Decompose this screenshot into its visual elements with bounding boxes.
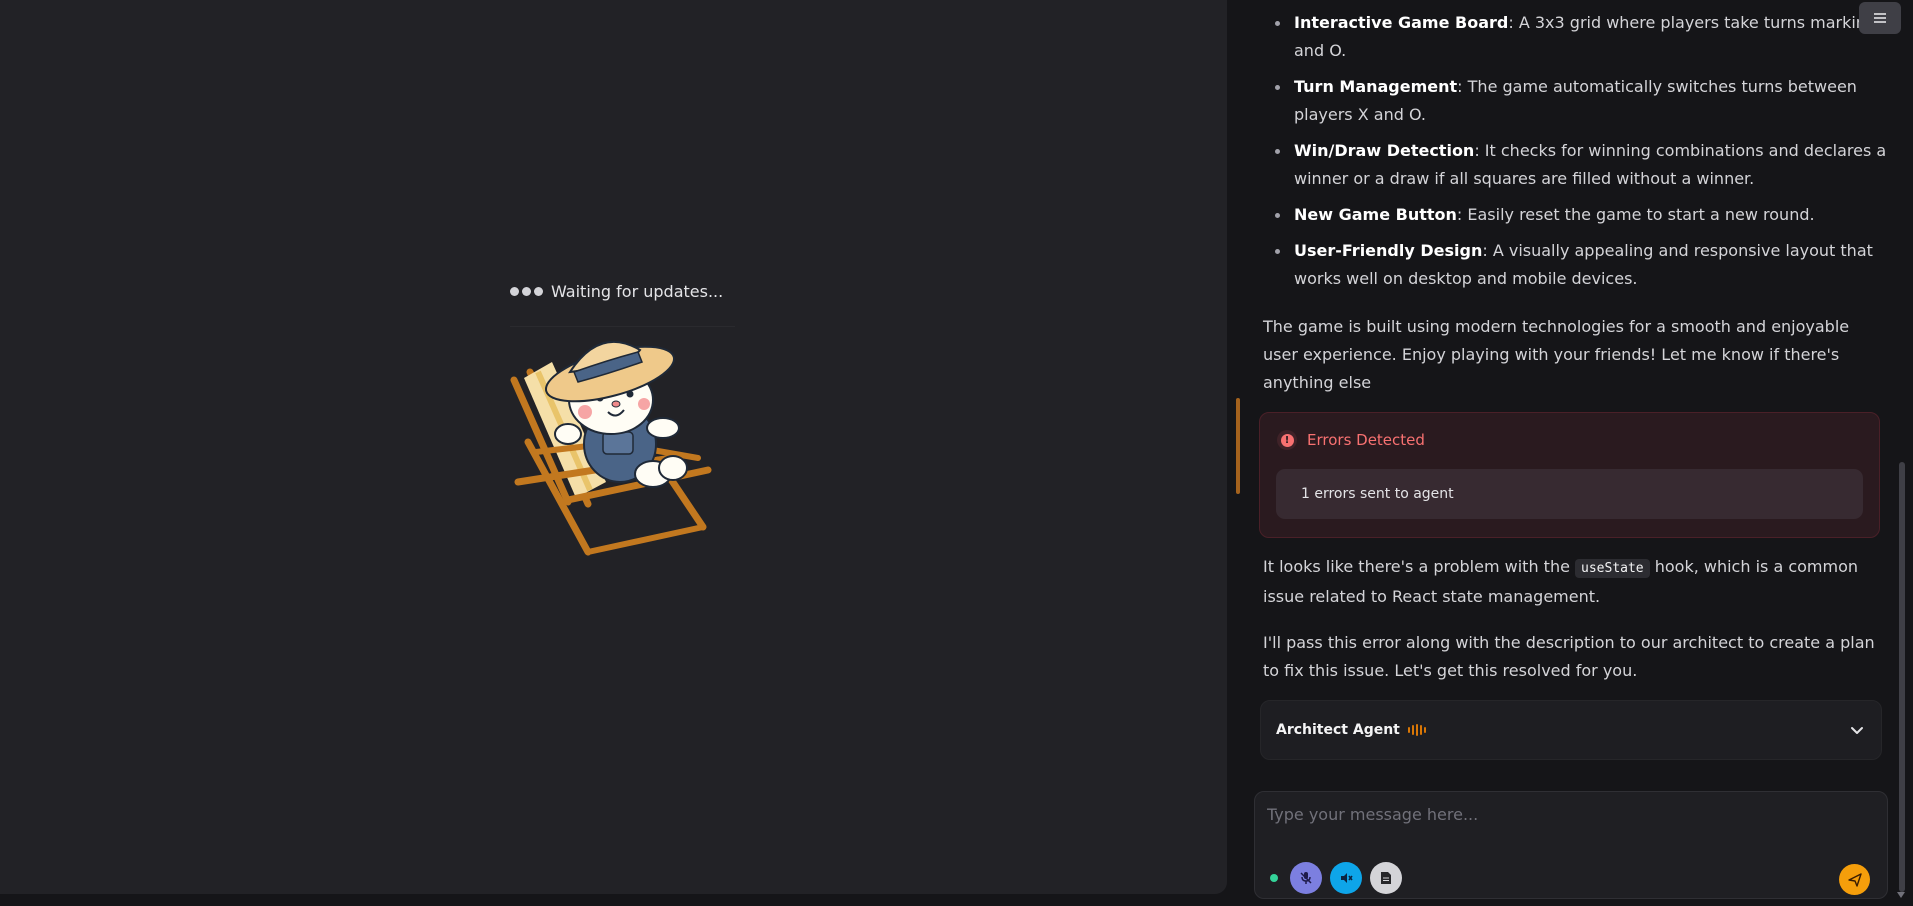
list-item: New Game Button: Easily reset the game t… xyxy=(1275,201,1904,229)
agent-name: Architect Agent xyxy=(1276,722,1400,738)
message-list: Interactive Game Board: A 3x3 grid where… xyxy=(1244,0,1904,770)
send-button[interactable] xyxy=(1839,864,1870,895)
feature-desc: : Easily reset the game to start a new r… xyxy=(1456,205,1815,224)
scroll-down-arrow-icon[interactable] xyxy=(1897,892,1905,898)
preview-panel: Waiting for updates... xyxy=(0,0,1227,894)
hamburger-icon xyxy=(1874,13,1886,23)
error-detail: 1 errors sent to agent xyxy=(1276,469,1863,519)
feature-title: Win/Draw Detection xyxy=(1294,141,1475,160)
panel-resize-handle[interactable] xyxy=(1236,398,1240,494)
loading-dots-icon xyxy=(510,287,543,296)
app-root: Waiting for updates... Interactive Game … xyxy=(0,0,1913,906)
list-item: Interactive Game Board: A 3x3 grid where… xyxy=(1275,9,1904,65)
divider xyxy=(510,326,735,327)
chevron-down-icon[interactable] xyxy=(1848,721,1866,739)
mascot-beach-chair-illustration xyxy=(510,340,712,556)
list-item: Win/Draw Detection: It checks for winnin… xyxy=(1275,137,1904,193)
waiting-text: Waiting for updates... xyxy=(551,282,724,301)
scrollbar-thumb[interactable] xyxy=(1899,462,1905,892)
list-item: User-Friendly Design: A visually appeali… xyxy=(1275,237,1904,293)
chat-panel: Interactive Game Board: A 3x3 grid where… xyxy=(1244,0,1904,906)
feature-title: Turn Management xyxy=(1294,77,1458,96)
feature-list: Interactive Game Board: A 3x3 grid where… xyxy=(1275,9,1904,301)
menu-button[interactable] xyxy=(1859,2,1901,34)
feature-title: Interactive Game Board xyxy=(1294,13,1509,32)
agent-label: Architect Agent xyxy=(1276,722,1426,738)
error-header: ! Errors Detected xyxy=(1277,430,1425,450)
list-item: Turn Management: The game automatically … xyxy=(1275,73,1904,129)
alert-circle-icon: ! xyxy=(1277,430,1297,450)
chat-scrollbar[interactable] xyxy=(1895,0,1907,906)
connection-status-dot xyxy=(1270,874,1278,882)
message-input[interactable] xyxy=(1267,800,1867,828)
feature-title: User-Friendly Design xyxy=(1294,241,1483,260)
speaker-muted-icon xyxy=(1341,873,1353,883)
error-title: Errors Detected xyxy=(1307,431,1425,449)
mic-off-button[interactable] xyxy=(1290,862,1322,894)
feature-title: New Game Button xyxy=(1294,205,1457,224)
mic-off-icon xyxy=(1300,872,1312,884)
error-alert: ! Errors Detected 1 errors sent to agent xyxy=(1259,412,1880,538)
waiting-status: Waiting for updates... xyxy=(510,282,723,301)
summary-message: The game is built using modern technolog… xyxy=(1263,317,1850,392)
speaker-button[interactable] xyxy=(1330,862,1362,894)
send-icon xyxy=(1847,872,1862,887)
problem-message: It looks like there's a problem with the… xyxy=(1263,553,1888,611)
message-composer xyxy=(1254,791,1888,899)
attach-document-button[interactable] xyxy=(1370,862,1402,894)
activity-waveform-icon xyxy=(1407,724,1426,736)
architect-agent-card[interactable]: Architect Agent xyxy=(1260,700,1882,760)
document-icon xyxy=(1381,872,1391,884)
problem-text-before: It looks like there's a problem with the xyxy=(1263,557,1576,576)
inline-code: useState xyxy=(1575,559,1650,578)
handoff-message: I'll pass this error along with the desc… xyxy=(1263,633,1875,680)
